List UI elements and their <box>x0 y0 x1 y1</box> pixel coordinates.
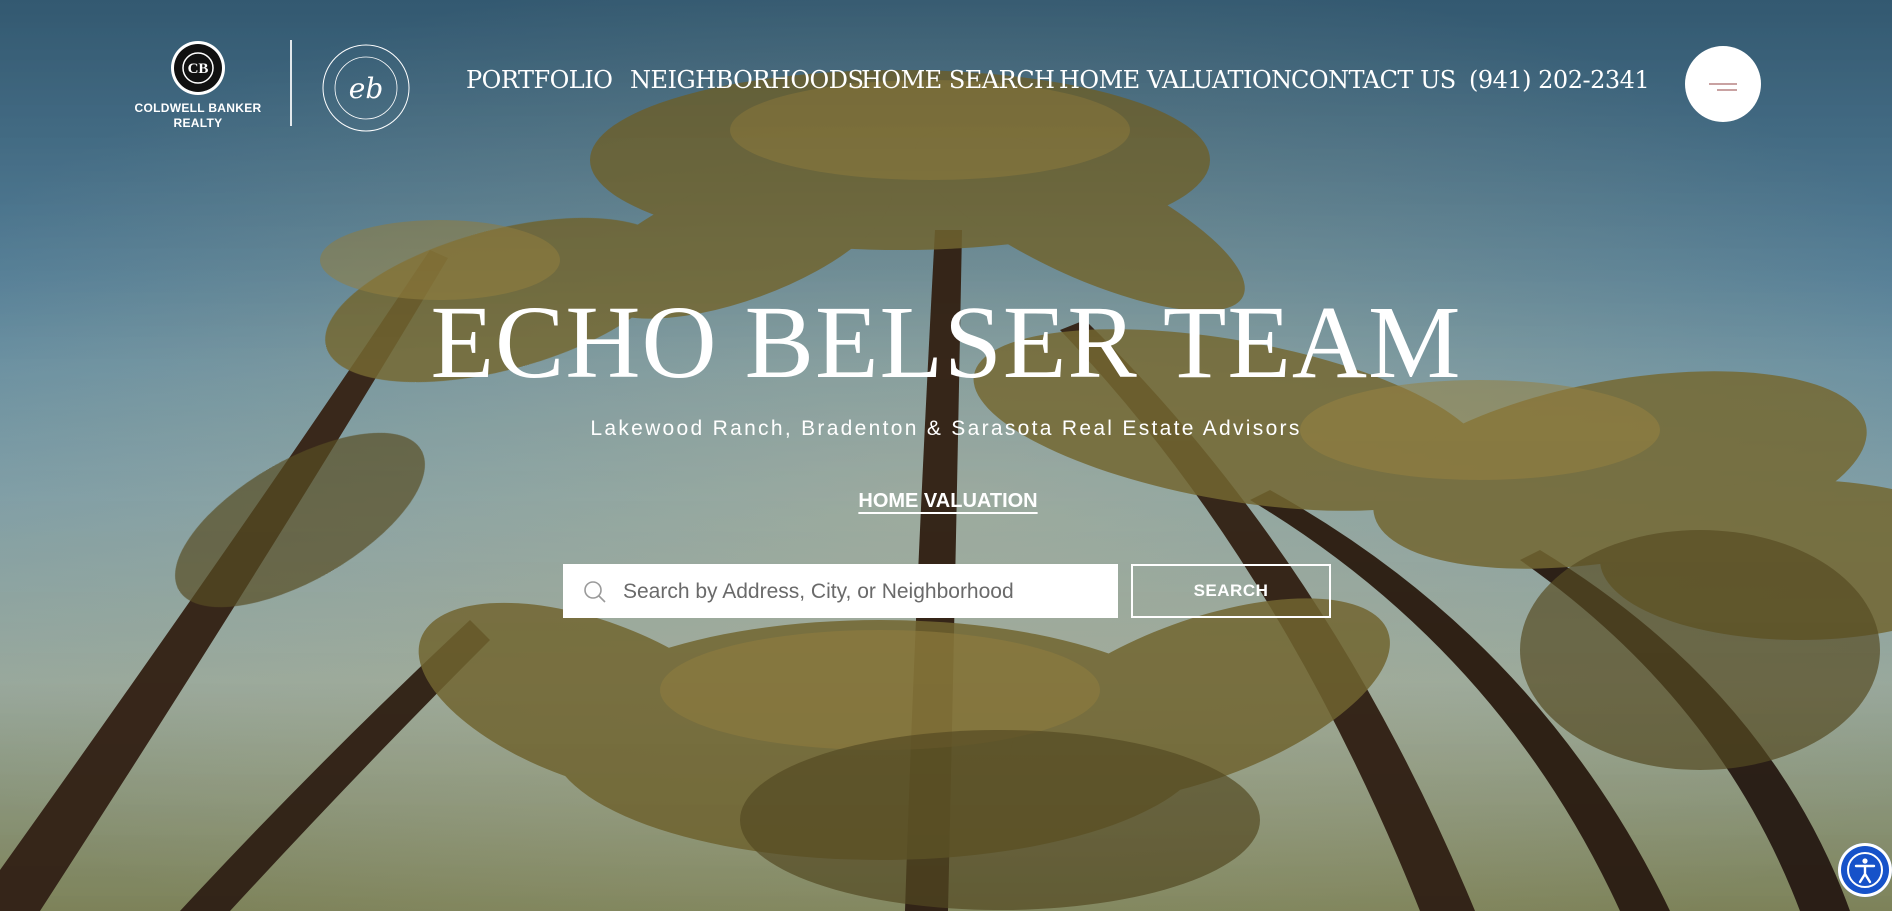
search-button[interactable]: SEARCH <box>1131 564 1331 618</box>
hero-title: ECHO BELSER TEAM <box>430 285 1462 400</box>
logo-divider <box>290 40 292 126</box>
accessibility-button[interactable] <box>1838 843 1892 897</box>
nav-contact-us[interactable]: CONTACT US <box>1291 66 1456 94</box>
nav-phone[interactable]: (941) 202-2341 <box>1469 66 1650 94</box>
nav-neighborhoods[interactable]: NEIGHBORHOODS <box>630 66 864 94</box>
cb-name-line1: COLDWELL BANKER <box>134 101 262 115</box>
cb-name-line2: REALTY <box>173 116 223 130</box>
echo-belser-team-logo[interactable]: eb <box>320 42 412 134</box>
nav-home-valuation[interactable]: HOME VALUATION <box>1059 66 1292 94</box>
cb-seal-icon: CB <box>171 41 225 95</box>
brand-logos[interactable]: CB COLDWELL BANKER REALTY eb <box>130 36 420 132</box>
nav-home-search[interactable]: HOME SEARCH <box>861 66 1055 94</box>
svg-text:CB: CB <box>188 61 209 77</box>
nav-portfolio[interactable]: PORTFOLIO <box>466 66 613 94</box>
hero-section <box>0 0 1892 911</box>
svg-text:eb: eb <box>349 72 384 105</box>
search-box <box>563 564 1118 620</box>
accessibility-icon <box>1847 852 1883 888</box>
home-valuation-link[interactable]: HOME VALUATION <box>856 490 1040 513</box>
hero-overlay <box>0 0 1892 911</box>
menu-button[interactable] <box>1685 46 1761 122</box>
hero-subtitle: Lakewood Ranch, Bradenton & Sarasota Rea… <box>590 417 1302 440</box>
search-icon <box>584 581 606 603</box>
search-input[interactable] <box>621 564 1115 620</box>
coldwell-banker-logo[interactable]: CB COLDWELL BANKER REALTY <box>130 36 266 132</box>
